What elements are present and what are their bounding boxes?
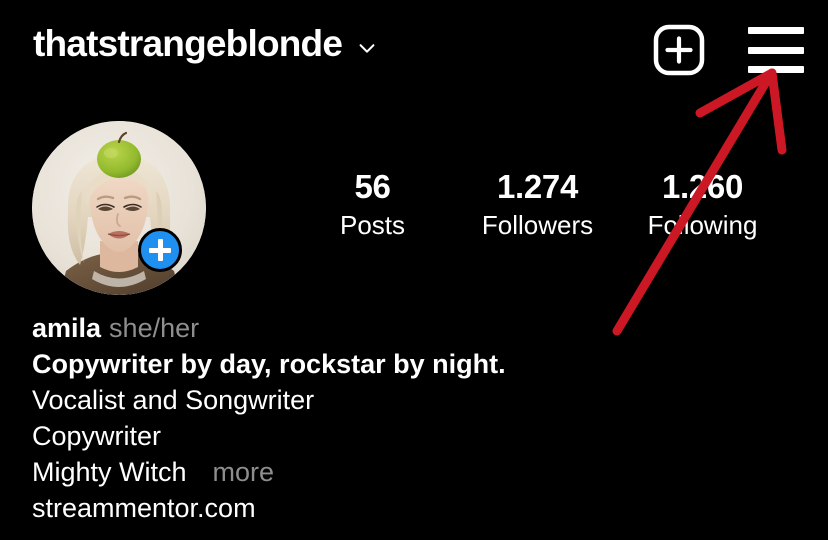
pronouns: she/her <box>109 313 200 343</box>
instagram-profile-screen: thatstrangeblonde 56 Posts 1.274 Followe… <box>0 0 828 540</box>
website-link[interactable]: streammentor.com <box>32 490 592 526</box>
hamburger-menu-icon[interactable] <box>748 27 804 73</box>
username-dropdown-button[interactable]: thatstrangeblonde <box>33 22 378 66</box>
avatar-image[interactable] <box>32 121 206 295</box>
hamburger-bar-middle <box>748 46 804 54</box>
add-to-story-button[interactable] <box>138 228 182 272</box>
following-count: 1.260 <box>661 168 744 205</box>
username-label: thatstrangeblonde <box>33 23 343 64</box>
stat-posts[interactable]: 56 Posts <box>290 168 455 242</box>
plus-square-icon <box>653 24 705 76</box>
followers-count: 1.274 <box>496 168 579 205</box>
chevron-down-icon[interactable] <box>356 37 378 59</box>
following-label: Following <box>647 210 758 240</box>
avatar[interactable] <box>32 121 206 295</box>
posts-count: 56 <box>354 168 391 205</box>
bio-line-2: Vocalist and Songwriter <box>32 385 315 415</box>
profile-bio: amila she/her Copywriter by day, rockstar… <box>32 310 592 526</box>
profile-header: thatstrangeblonde <box>0 0 828 100</box>
posts-label: Posts <box>339 210 406 240</box>
bio-line-4: Mighty Witch <box>32 457 187 487</box>
bio-name-row: amila she/her <box>32 310 592 346</box>
bio-line-1: Copywriter by day, rockstar by night. <box>32 349 506 379</box>
profile-photo <box>32 121 206 295</box>
stat-followers[interactable]: 1.274 Followers <box>455 168 620 242</box>
plus-icon-horizontal <box>149 247 171 253</box>
new-post-button[interactable] <box>653 24 705 76</box>
hamburger-bar-top <box>748 27 804 34</box>
bio-line-3: Copywriter <box>32 421 162 451</box>
stat-following[interactable]: 1.260 Following <box>620 168 785 242</box>
display-name: amila <box>32 313 102 343</box>
followers-label: Followers <box>481 210 594 240</box>
bio-line-4-row: Mighty Witch more <box>32 454 592 490</box>
profile-stats: 56 Posts 1.274 Followers 1.260 Following <box>290 168 810 242</box>
hamburger-bar-bottom <box>748 66 804 73</box>
bio-more-link[interactable]: more <box>213 454 275 490</box>
